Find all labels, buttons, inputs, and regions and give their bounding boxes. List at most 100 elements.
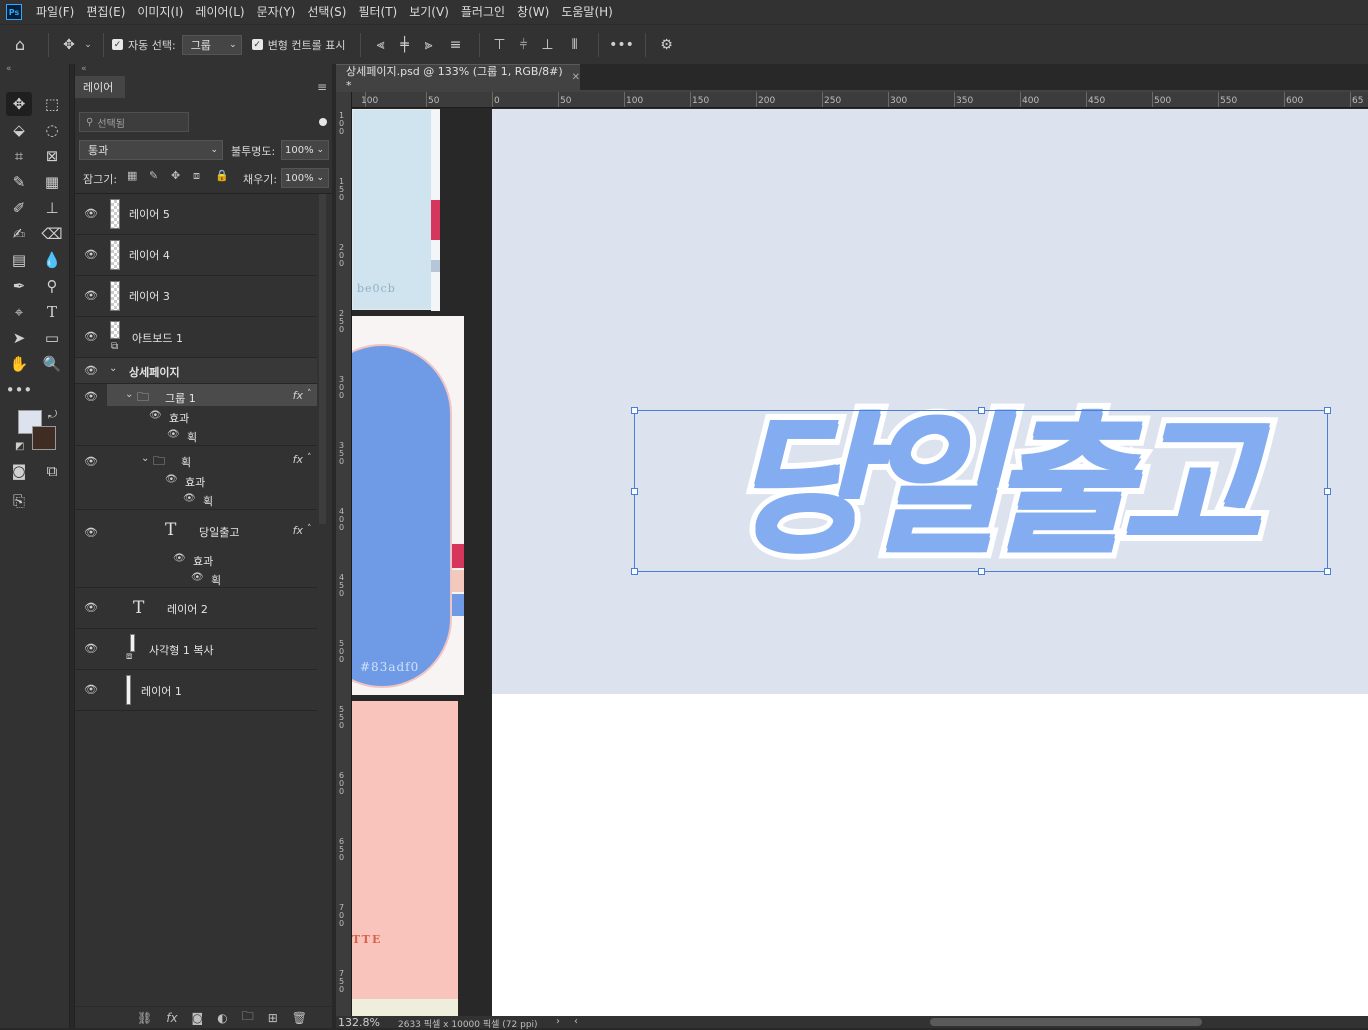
stamp-tool-icon[interactable]: ⊥ — [39, 196, 65, 220]
color-card-blue[interactable]: #83adf0 — [352, 316, 464, 695]
transform-handle[interactable] — [1324, 407, 1331, 414]
brush-tool-icon[interactable]: ✐ — [6, 196, 32, 220]
mask-icon[interactable]: ◙ — [192, 1011, 204, 1025]
layer-row[interactable]: 👁 ⧉ 아트보드 1 — [75, 317, 317, 358]
share-icon[interactable]: ⎘ — [6, 489, 32, 513]
default-colors-icon[interactable]: ◩ — [15, 441, 24, 452]
menu-help[interactable]: 도움말(H) — [555, 0, 619, 24]
document-tab[interactable]: 상세페이지.psd @ 133% (그룹 1, RGB/8#) * ✕ — [336, 64, 580, 92]
auto-select-checkbox[interactable]: ✓ — [112, 39, 123, 50]
transform-handle[interactable] — [1324, 488, 1331, 495]
opacity-field[interactable]: 100% ⌄ — [281, 140, 329, 160]
distribute-icon[interactable]: ≡ — [441, 37, 471, 53]
eye-icon[interactable]: 👁 — [191, 572, 204, 583]
path-selection-tool-icon[interactable]: ➤ — [6, 326, 32, 350]
collapse-icon[interactable]: « — [81, 64, 87, 74]
transform-bounding-box[interactable] — [631, 407, 1331, 575]
fill-field[interactable]: 100% ⌄ — [281, 168, 329, 188]
close-icon[interactable]: ✕ — [572, 72, 580, 83]
history-brush-tool-icon[interactable]: ✍ — [6, 222, 32, 246]
align-middle-vertical-icon[interactable]: ⫩ — [512, 37, 536, 53]
more-tools-icon[interactable]: ••• — [6, 378, 33, 402]
eye-icon[interactable]: 👁 — [84, 289, 98, 302]
lock-transparency-icon[interactable]: ▦ — [127, 169, 137, 182]
menu-layer[interactable]: 레이어(L) — [189, 0, 250, 24]
hand-tool-icon[interactable]: ✋ — [6, 352, 32, 376]
color-card-light-blue[interactable]: be0cb — [352, 109, 440, 311]
transform-controls-checkbox[interactable]: ✓ — [251, 39, 263, 50]
layer-row[interactable]: 👁 ⌄ 🗀 그룹 1 fx ˄ 👁 효과 👁 획 — [75, 384, 317, 446]
chevron-down-icon[interactable]: ⌄ — [141, 453, 149, 464]
zoom-tool-icon[interactable]: 🔍 — [39, 352, 65, 376]
path-tool-icon[interactable]: ⌖ — [6, 300, 32, 324]
layer-row[interactable]: 👁 레이어 1 — [75, 670, 317, 711]
eye-icon[interactable]: 👁 — [84, 330, 98, 343]
more-options-icon[interactable]: ••• — [607, 37, 637, 53]
layer-row[interactable]: 👁 ⌄ 🗀 획 fx ˄ 👁 효과 👁 획 — [75, 446, 317, 510]
artboard-detail-page[interactable]: 당일출고 — [492, 109, 1368, 1016]
object-select-tool-icon[interactable]: ⬙ — [6, 118, 32, 142]
blend-mode-dropdown[interactable]: 통과 ⌄ — [79, 140, 223, 160]
chevron-down-icon[interactable]: ⌄ — [125, 389, 133, 400]
move-tool-icon[interactable]: ✥ — [6, 92, 32, 116]
chevron-down-icon[interactable]: ⌄ — [81, 40, 95, 50]
layer-row[interactable]: 👁 T 레이어 2 — [75, 588, 317, 629]
new-group-icon[interactable]: 🗀 — [242, 1007, 254, 1028]
patch-tool-icon[interactable]: ▦ — [39, 170, 65, 194]
collapse-icon[interactable]: « — [6, 64, 12, 74]
layer-row[interactable]: 👁 레이어 3 — [75, 276, 317, 317]
background-color-swatch[interactable] — [32, 426, 56, 450]
chevron-up-icon[interactable]: ˄ — [307, 453, 312, 463]
eye-icon[interactable]: 👁 — [84, 248, 98, 261]
menu-edit[interactable]: 편집(E) — [80, 0, 131, 24]
eraser-tool-icon[interactable]: ⌫ — [39, 222, 65, 246]
chevron-left-icon[interactable]: ‹ — [574, 1016, 578, 1027]
eye-icon[interactable]: 👁 — [183, 493, 196, 504]
move-tool-icon[interactable]: ✥ — [57, 37, 81, 53]
transform-handle[interactable] — [978, 568, 985, 575]
color-card-pink[interactable]: TTE — [352, 701, 458, 1016]
marquee-tool-icon[interactable]: ⬚ — [39, 92, 65, 116]
chevron-right-icon[interactable]: › — [556, 1016, 560, 1027]
chevron-up-icon[interactable]: ˄ — [307, 524, 312, 534]
scrollbar[interactable] — [319, 194, 326, 524]
eye-icon[interactable]: 👁 — [84, 455, 98, 468]
zoom-level[interactable]: 132.8% — [338, 1016, 380, 1029]
type-tool-icon[interactable]: T — [39, 300, 65, 324]
transform-handle[interactable] — [631, 568, 638, 575]
eye-icon[interactable]: 👁 — [84, 364, 98, 377]
link-icon[interactable]: ⛓ — [137, 1011, 152, 1025]
eye-icon[interactable]: 👁 — [84, 642, 98, 655]
chevron-down-icon[interactable]: ⌄ — [109, 363, 117, 374]
eye-icon[interactable]: 👁 — [84, 390, 98, 403]
gradient-tool-icon[interactable]: ▤ — [6, 248, 32, 272]
eye-icon[interactable]: 👁 — [84, 601, 98, 614]
transform-handle[interactable] — [631, 488, 638, 495]
menu-file[interactable]: 파일(F) — [30, 0, 80, 24]
blur-tool-icon[interactable]: 💧 — [39, 248, 65, 272]
lock-artboard-icon[interactable]: ⧈ — [193, 169, 200, 183]
tab-layers[interactable]: 레이어 — [75, 76, 125, 98]
eye-icon[interactable]: 👁 — [84, 207, 98, 220]
quick-mask-icon[interactable]: ◙ — [6, 459, 32, 483]
eye-icon[interactable]: 👁 — [165, 474, 178, 485]
auto-select-dropdown[interactable]: 그룹 ⌄ — [181, 34, 242, 55]
crop-tool-icon[interactable]: ⌗ — [6, 144, 32, 168]
menu-view[interactable]: 보기(V) — [403, 0, 455, 24]
align-left-icon[interactable]: ⫷ — [369, 37, 393, 53]
new-layer-icon[interactable]: ⊞ — [268, 1011, 278, 1025]
gear-icon[interactable]: ⚙ — [654, 37, 680, 53]
swap-colors-icon[interactable]: ⤾ — [48, 408, 57, 422]
fx-icon[interactable]: fx — [293, 389, 303, 402]
eye-icon[interactable]: 👁 — [167, 429, 180, 440]
trash-icon[interactable]: 🗑 — [292, 1011, 307, 1025]
layer-row[interactable]: 👁 ⧈ 사각형 1 복사 — [75, 629, 317, 670]
screen-mode-icon[interactable]: ⧉ — [39, 459, 65, 483]
menu-window[interactable]: 창(W) — [511, 0, 555, 24]
chevron-up-icon[interactable]: ˄ — [307, 389, 312, 399]
align-center-horizontal-icon[interactable]: ╪ — [393, 37, 417, 53]
eye-icon[interactable]: 👁 — [149, 410, 162, 421]
layer-filter[interactable]: ⚲ 선택됨 — [79, 112, 189, 132]
fx-icon[interactable]: fx — [293, 524, 303, 537]
canvas-area[interactable]: be0cb #83adf0 TTE 당일출고 — [352, 109, 1368, 1016]
